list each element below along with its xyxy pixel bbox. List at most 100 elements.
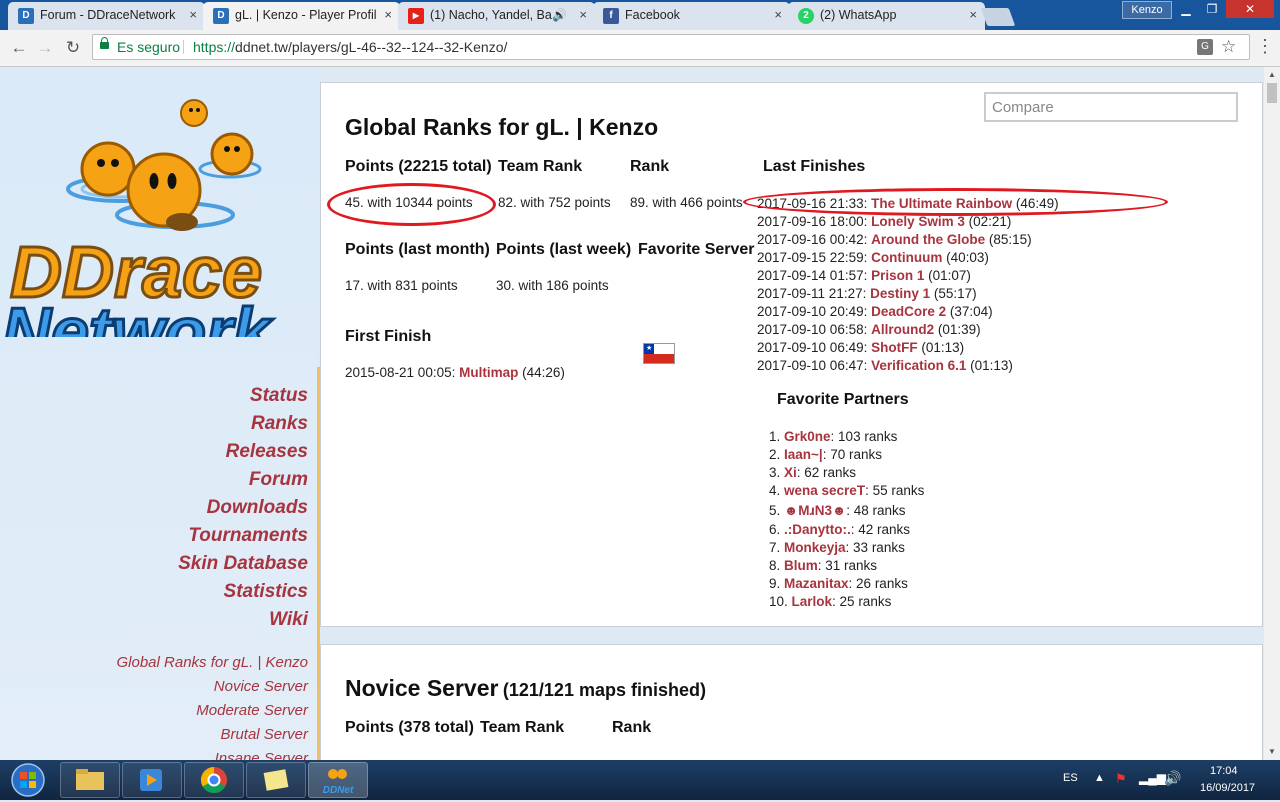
map-link[interactable]: ShotFF bbox=[871, 340, 918, 355]
ddnet-taskbar-button[interactable]: DDNet bbox=[308, 762, 368, 798]
tab-title: Forum - DDraceNetwork bbox=[40, 8, 176, 22]
tab-player-profile[interactable]: D gL. | Kenzo - Player Profil × bbox=[203, 2, 400, 30]
nav-status[interactable]: Status bbox=[250, 385, 308, 407]
finish-row: 2017-09-10 20:49: DeadCore 2 (37:04) bbox=[757, 304, 993, 319]
reload-icon[interactable]: ↻ bbox=[62, 37, 84, 59]
close-icon[interactable]: × bbox=[189, 2, 197, 28]
back-icon[interactable]: ← bbox=[8, 37, 30, 59]
compare-input[interactable] bbox=[984, 92, 1238, 122]
partner-item: 4. wena secreT: 55 ranks bbox=[769, 483, 924, 498]
ddnet-logo[interactable]: DDrace Network bbox=[0, 97, 318, 337]
nav-ranks[interactable]: Ranks bbox=[251, 413, 308, 435]
subnav-global-ranks[interactable]: Global Ranks for gL. | Kenzo bbox=[117, 654, 309, 671]
restore-icon[interactable]: ❐ bbox=[1200, 0, 1224, 18]
nav-downloads[interactable]: Downloads bbox=[207, 497, 308, 519]
finish-row: 2017-09-11 21:27: Destiny 1 (55:17) bbox=[757, 286, 977, 301]
language-indicator[interactable]: ES bbox=[1063, 772, 1078, 784]
map-link[interactable]: Verification 6.1 bbox=[871, 358, 966, 373]
nav-releases[interactable]: Releases bbox=[226, 441, 308, 463]
scroll-up-icon[interactable]: ▲ bbox=[1264, 67, 1280, 83]
clock-time[interactable]: 17:04 bbox=[1210, 765, 1238, 777]
minimize-icon[interactable]: ▁ bbox=[1174, 0, 1198, 18]
nav-statistics[interactable]: Statistics bbox=[224, 581, 308, 603]
partner-item: 6. .:Danytto:.: 42 ranks bbox=[769, 522, 910, 537]
subnav-novice-server[interactable]: Novice Server bbox=[214, 678, 308, 695]
nav-forum[interactable]: Forum bbox=[249, 469, 308, 491]
partner-ranks: : 31 ranks bbox=[817, 558, 878, 573]
partner-link[interactable]: ☻MɹN3☻ bbox=[784, 503, 846, 518]
youtube-icon: ▶ bbox=[408, 8, 424, 24]
translate-icon[interactable]: G bbox=[1197, 39, 1213, 55]
menu-icon[interactable]: ⋮ bbox=[1256, 36, 1274, 57]
partner-ranks: : 62 ranks bbox=[796, 465, 857, 480]
finish-row: 2017-09-14 01:57: Prison 1 (01:07) bbox=[757, 268, 971, 283]
map-link[interactable]: Allround2 bbox=[871, 322, 934, 337]
media-player-button[interactable] bbox=[122, 762, 182, 798]
partner-link[interactable]: Larlok bbox=[792, 594, 833, 609]
partner-ranks: : 103 ranks bbox=[830, 429, 898, 444]
partner-link[interactable]: Mazanitax bbox=[784, 576, 849, 591]
novice-team-rank-header: Team Rank bbox=[480, 719, 565, 736]
subnav-insane-server[interactable]: Insane Server bbox=[215, 750, 308, 760]
close-icon[interactable]: × bbox=[969, 2, 977, 28]
speaker-icon[interactable]: 🔊 bbox=[552, 2, 567, 28]
map-link[interactable]: Lonely Swim 3 bbox=[871, 214, 965, 229]
subnav-moderate-server[interactable]: Moderate Server bbox=[196, 702, 308, 719]
partner-link[interactable]: .:Danytto:. bbox=[784, 522, 851, 537]
address-bar[interactable]: Es seguro https://ddnet.tw/players/gL-46… bbox=[92, 34, 1250, 60]
partner-link[interactable]: Blum bbox=[784, 558, 818, 573]
partner-link[interactable]: Xi bbox=[784, 465, 797, 480]
rank-header: Rank bbox=[630, 158, 670, 175]
ddnet-icon: D bbox=[18, 8, 34, 24]
nav-wiki[interactable]: Wiki bbox=[269, 609, 308, 631]
partner-ranks: : 70 ranks bbox=[822, 447, 882, 462]
nav-skin-database[interactable]: Skin Database bbox=[178, 553, 308, 575]
partner-link[interactable]: wena secreT bbox=[784, 483, 865, 498]
file-explorer-button[interactable] bbox=[60, 762, 120, 798]
map-link[interactable]: DeadCore 2 bbox=[871, 304, 946, 319]
windows-start-icon[interactable] bbox=[2, 761, 50, 799]
map-link[interactable]: Around the Globe bbox=[871, 232, 985, 247]
partner-rank: 2. bbox=[769, 447, 785, 462]
finish-date: 2017-09-16 00:42: bbox=[757, 232, 872, 247]
partner-link[interactable]: Grk0ne bbox=[784, 429, 831, 444]
network-icon[interactable]: ▂▄▆ bbox=[1139, 771, 1166, 785]
subnav-brutal-server[interactable]: Brutal Server bbox=[220, 726, 308, 743]
nav-tournaments[interactable]: Tournaments bbox=[188, 525, 308, 547]
new-tab-button[interactable] bbox=[980, 8, 1016, 26]
star-icon[interactable]: ☆ bbox=[1221, 35, 1236, 59]
window-close-icon[interactable]: ✕ bbox=[1226, 0, 1274, 18]
tab-whatsapp[interactable]: 2 (2) WhatsApp × bbox=[788, 2, 985, 30]
volume-icon[interactable]: 🔊 bbox=[1164, 770, 1181, 787]
points-last-month-header: Points (last month) bbox=[345, 241, 490, 258]
map-link[interactable]: Multimap bbox=[459, 365, 518, 380]
finish-time: (44:26) bbox=[518, 365, 565, 380]
close-icon[interactable]: × bbox=[774, 2, 782, 28]
tab-youtube[interactable]: ▶ (1) Nacho, Yandel, Ba 🔊 × bbox=[398, 2, 595, 30]
map-link[interactable]: Prison 1 bbox=[871, 268, 924, 283]
chrome-button[interactable] bbox=[184, 762, 244, 798]
partner-link[interactable]: Monkeyja bbox=[784, 540, 846, 555]
tab-facebook[interactable]: f Facebook × bbox=[593, 2, 790, 30]
url-text[interactable]: https://ddnet.tw/players/gL-46--32--124-… bbox=[193, 35, 507, 59]
map-link[interactable]: Destiny 1 bbox=[870, 286, 930, 301]
partner-link[interactable]: Iaan~| bbox=[784, 447, 823, 462]
scroll-thumb[interactable] bbox=[1267, 83, 1277, 103]
show-hidden-icons-icon[interactable]: ▲ bbox=[1094, 772, 1105, 784]
finish-time: (01:39) bbox=[934, 322, 981, 337]
finish-date: 2017-09-15 22:59: bbox=[757, 250, 872, 265]
divider bbox=[183, 40, 184, 54]
clock-date[interactable]: 16/09/2017 bbox=[1200, 782, 1255, 794]
scroll-down-icon[interactable]: ▼ bbox=[1264, 744, 1280, 760]
first-finish-row: 2015-08-21 00:05: Multimap (44:26) bbox=[345, 365, 565, 380]
sticky-notes-button[interactable] bbox=[246, 762, 306, 798]
tab-forum[interactable]: D Forum - DDraceNetwork × bbox=[8, 2, 205, 30]
map-link[interactable]: Continuum bbox=[871, 250, 942, 265]
profile-button[interactable]: Kenzo bbox=[1122, 1, 1172, 19]
forward-icon[interactable]: → bbox=[34, 37, 56, 59]
media-player-icon bbox=[140, 769, 162, 791]
close-icon[interactable]: × bbox=[579, 2, 587, 28]
tray-app-icon[interactable]: ⚑ bbox=[1115, 771, 1127, 787]
close-icon[interactable]: × bbox=[384, 2, 392, 28]
page-scrollbar[interactable]: ▲ ▼ bbox=[1264, 67, 1280, 760]
